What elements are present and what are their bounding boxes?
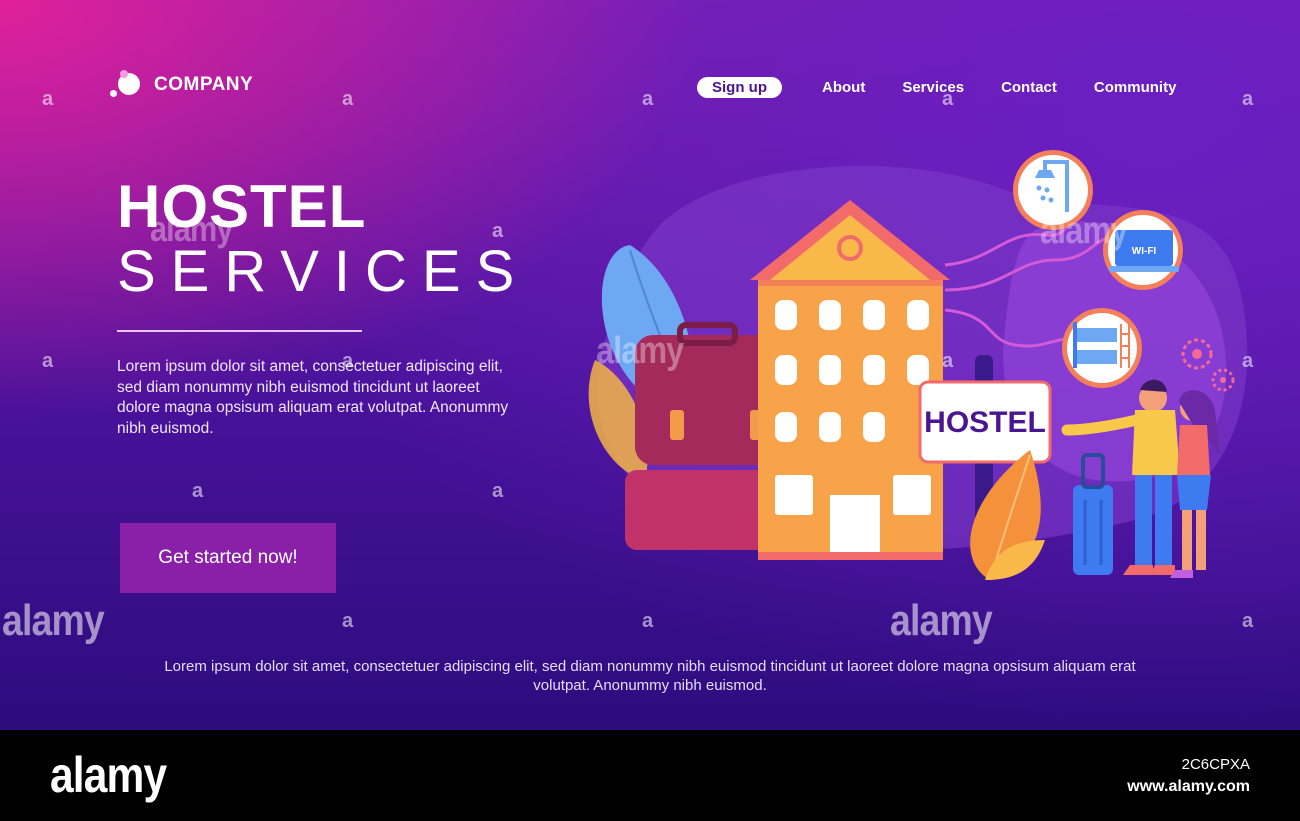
signup-button[interactable]: Sign up xyxy=(697,77,782,98)
watermark-logo: alamy xyxy=(890,596,993,645)
watermark-mark: a xyxy=(42,350,54,372)
landing-page: COMPANY Sign up About Services Contact C… xyxy=(0,0,1300,730)
watermark-logo: alamy xyxy=(596,330,684,372)
company-logo[interactable]: COMPANY xyxy=(110,70,253,100)
watermark-logo: alamy xyxy=(2,596,105,645)
watermark-mark: a xyxy=(192,480,204,502)
watermark-mark: a xyxy=(1242,88,1254,110)
watermark-logo: alamy xyxy=(1040,210,1128,252)
nav-link-contact[interactable]: Contact xyxy=(1001,79,1057,96)
watermark-mark: a xyxy=(342,350,354,372)
logo-text: COMPANY xyxy=(154,74,254,95)
watermark-mark: a xyxy=(642,610,654,632)
nav-link-services[interactable]: Services xyxy=(902,79,964,96)
wifi-text: WI-FI xyxy=(1132,246,1157,257)
nav-link-about[interactable]: About xyxy=(822,79,865,96)
watermark-mark: a xyxy=(942,88,954,110)
hostel-sign-text: HOSTEL xyxy=(924,406,1046,439)
watermark-mark: a xyxy=(492,220,504,242)
watermark-mark: a xyxy=(342,88,354,110)
watermark-mark: a xyxy=(1242,350,1254,372)
nav-link-community[interactable]: Community xyxy=(1094,79,1177,96)
hero-description: Lorem ipsum dolor sit amet, consectetuer… xyxy=(117,358,509,437)
image-id: 2C6CPXA xyxy=(1181,756,1250,773)
watermark-mark: a xyxy=(492,480,504,502)
get-started-button[interactable]: Get started now! xyxy=(120,523,336,593)
logo-icon xyxy=(110,70,144,100)
watermark-logo: alamy xyxy=(150,208,233,249)
top-nav: Sign up About Services Contact Community xyxy=(697,77,1176,98)
watermark-mark: a xyxy=(42,88,54,110)
stock-footer-bar: alamy 2C6CPXA www.alamy.com xyxy=(0,730,1300,821)
watermark-mark: a xyxy=(342,610,354,632)
footer-description: Lorem ipsum dolor sit amet, consectetuer… xyxy=(164,658,1136,694)
watermark-mark: a xyxy=(642,88,654,110)
title-divider xyxy=(117,330,362,332)
watermark-mark: a xyxy=(942,350,954,372)
alamy-logo: alamy xyxy=(50,747,167,803)
watermark-mark: a xyxy=(1242,610,1254,632)
stock-url[interactable]: www.alamy.com xyxy=(1127,778,1250,796)
